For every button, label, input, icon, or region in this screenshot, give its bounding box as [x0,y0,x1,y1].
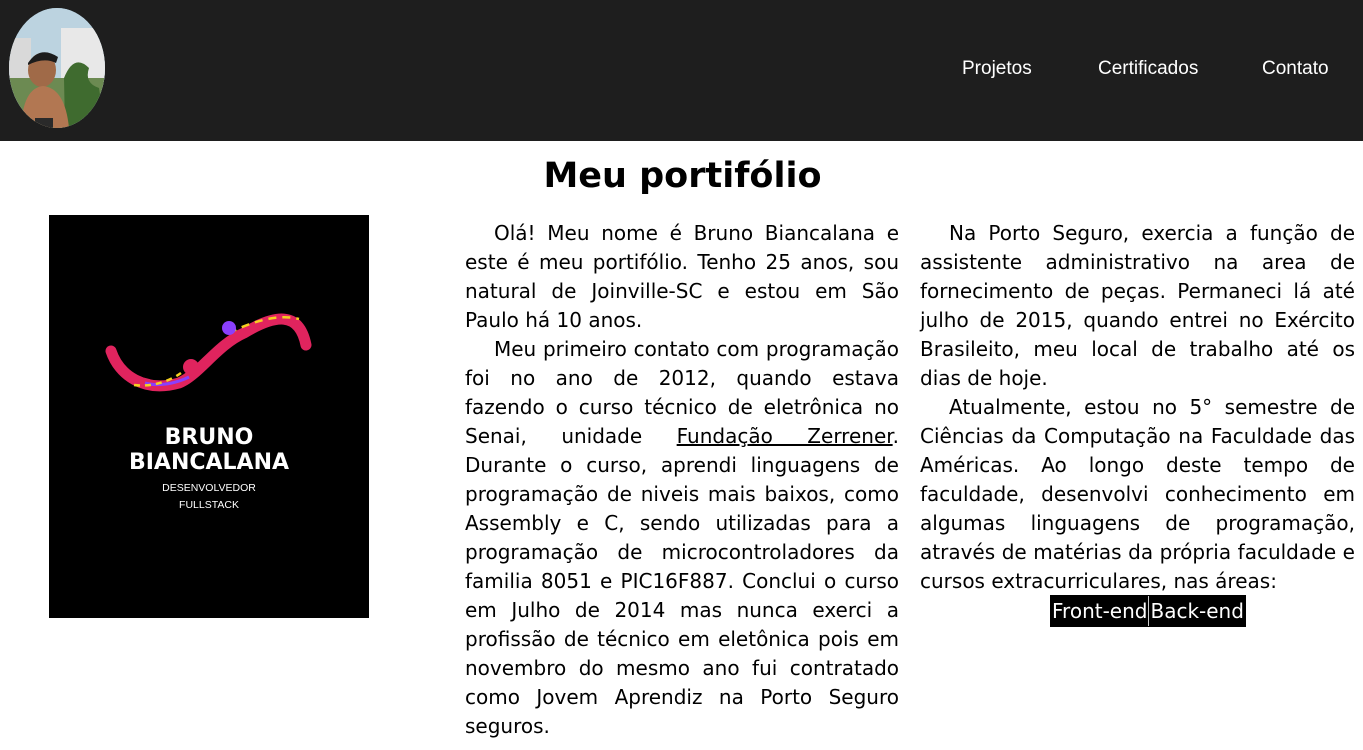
intro-paragraph-2: Meu primeiro contato com programação foi… [465,335,899,741]
intro-column: Olá! Meu nome é Bruno Biancalana e este … [465,219,899,741]
profile-card: BRUNO BIANCALANA DESENVOLVEDOR FULLSTACK [49,215,369,618]
nav-link-projects[interactable]: Projetos [962,58,1032,80]
site-header: Projetos Certificados Contato [0,0,1363,141]
card-role-line1: DESENVOLVEDOR [162,482,256,494]
avatar [9,8,105,128]
fundacao-zerrener-link[interactable]: Fundação Zerrener [677,424,893,448]
nav-link-contact[interactable]: Contato [1262,58,1329,80]
brand-logo-swoosh [105,313,312,392]
card-name-last: BIANCALANA [128,450,290,475]
tag-back-end[interactable]: Back-end [1148,596,1244,626]
page-title: Meu portifólio [543,156,822,196]
card-role: DESENVOLVEDOR FULLSTACK [49,480,369,514]
career-column: Na Porto Seguro, exercia a função de ass… [920,219,1355,596]
tag-front-end[interactable]: Front-end [1051,596,1148,626]
avatar-photo [9,8,105,128]
intro-paragraph-2-text-end: . Durante o curso, aprendi linguagens de… [465,424,899,738]
card-name-first: BRUNO [164,425,254,450]
card-name: BRUNO BIANCALANA [49,425,369,475]
areas-tags: Front-end Back-end [1050,595,1246,627]
nav-link-certificates[interactable]: Certificados [1098,58,1198,80]
card-role-line2: FULLSTACK [179,499,239,511]
intro-paragraph-1: Olá! Meu nome é Bruno Biancalana e este … [465,221,899,332]
career-paragraph-2: Atualmente, estou no 5° semestre de Ciên… [920,395,1355,593]
career-paragraph-1: Na Porto Seguro, exercia a função de ass… [920,221,1355,390]
